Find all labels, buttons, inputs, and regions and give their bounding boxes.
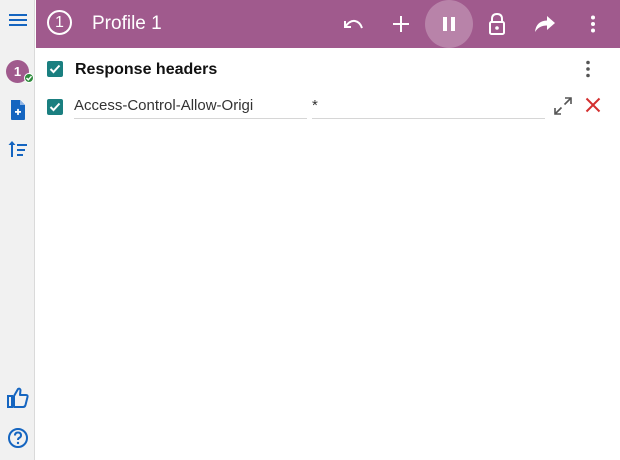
header-row-checkbox[interactable]	[47, 99, 63, 115]
header-name-input[interactable]: Access-Control-Allow-Origi	[74, 95, 307, 119]
response-headers-checkbox[interactable]	[47, 61, 63, 77]
undo-icon	[344, 19, 363, 29]
expand-icon	[554, 97, 572, 115]
add-button[interactable]	[377, 0, 425, 48]
header-bar: 1 Profile 1	[36, 0, 620, 48]
checkmark-icon	[49, 64, 61, 74]
avatar-label: 1	[13, 64, 22, 79]
add-file-icon[interactable]	[0, 94, 35, 126]
active-check-icon	[24, 73, 34, 83]
lock-icon	[489, 13, 505, 35]
share-button[interactable]	[521, 0, 569, 48]
undo-button[interactable]	[329, 0, 377, 48]
thumbs-up-icon[interactable]	[0, 382, 35, 414]
expand-button[interactable]	[552, 95, 574, 117]
profile-number: 1	[55, 13, 64, 31]
pause-button[interactable]	[425, 0, 473, 48]
more-vert-icon	[591, 15, 595, 33]
more-vert-icon	[586, 60, 590, 78]
section-title: Response headers	[75, 61, 218, 78]
help-icon[interactable]	[0, 422, 35, 454]
share-icon	[535, 16, 555, 32]
more-menu-button[interactable]	[569, 0, 617, 48]
checkmark-icon	[49, 102, 61, 112]
lock-button[interactable]	[473, 0, 521, 48]
profile-title[interactable]: Profile 1	[92, 13, 162, 35]
section-menu-button[interactable]	[576, 58, 600, 80]
delete-button[interactable]	[583, 95, 603, 115]
sidebar: 1	[0, 0, 35, 460]
close-icon	[585, 97, 601, 113]
header-value-input[interactable]: *	[312, 95, 545, 119]
menu-icon[interactable]	[0, 4, 35, 36]
profile-number-badge: 1	[47, 10, 72, 35]
sort-icon[interactable]	[0, 133, 35, 165]
plus-icon	[393, 16, 409, 32]
pause-icon	[443, 17, 455, 31]
